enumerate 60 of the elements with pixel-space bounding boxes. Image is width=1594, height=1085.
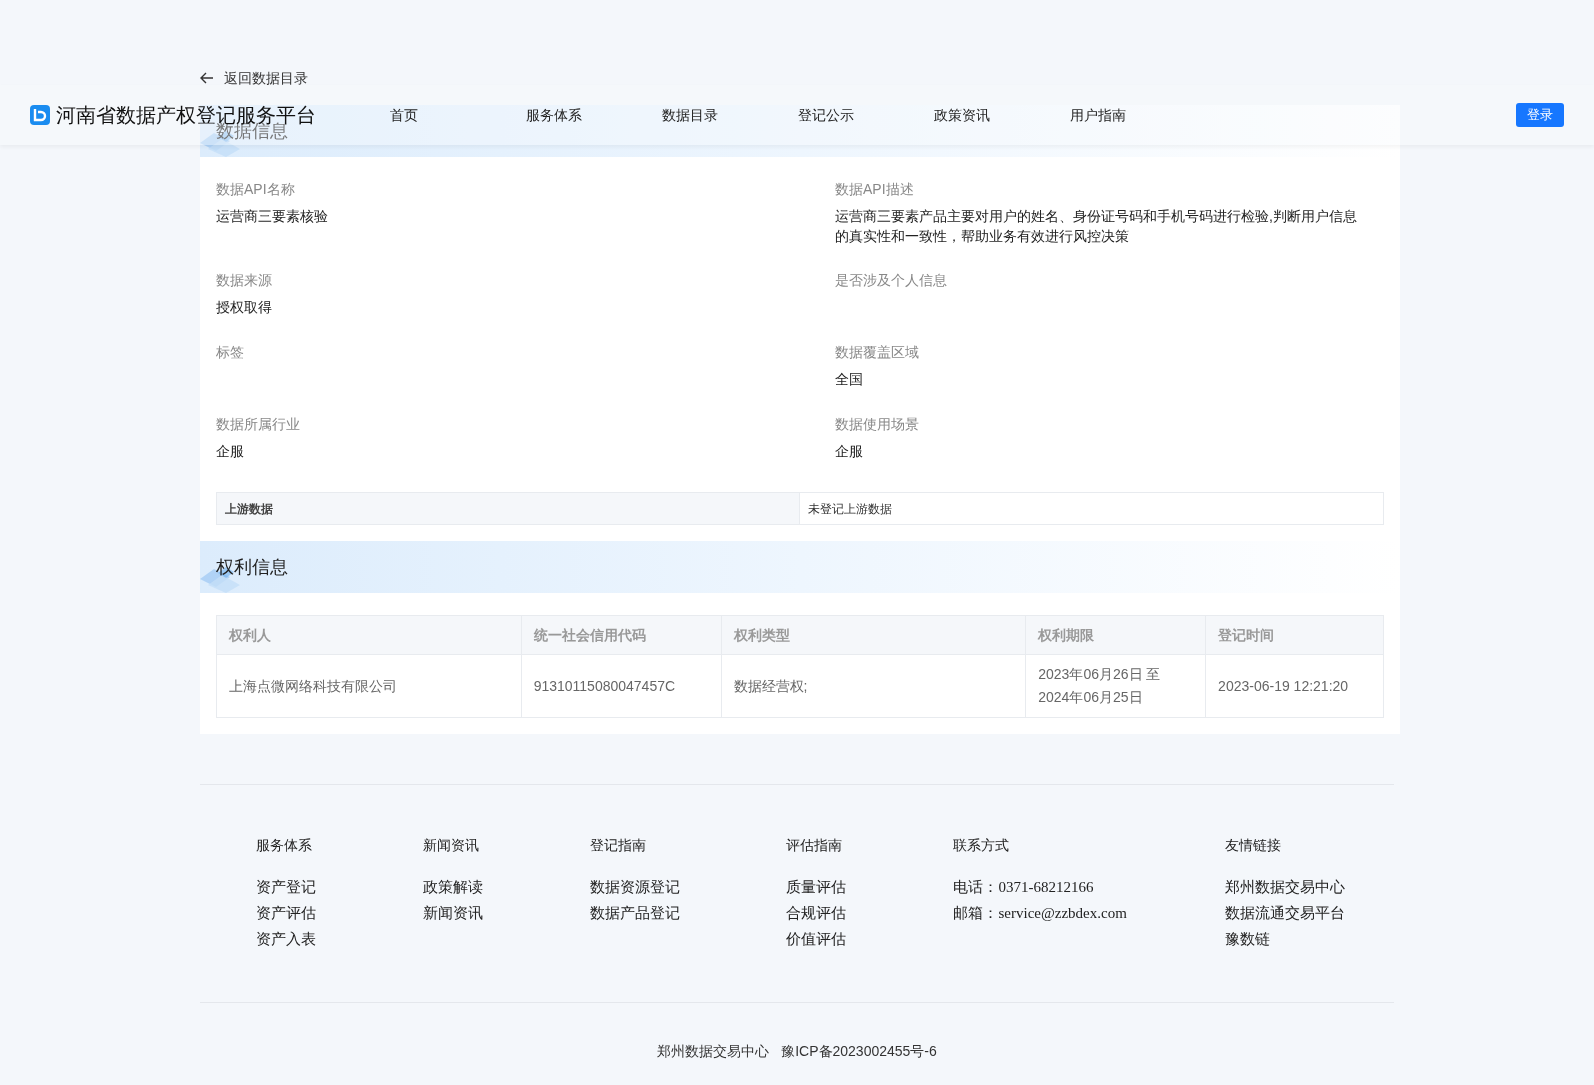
footer-heading: 新闻资讯 [422, 836, 480, 855]
table-cell: 数据经营权; [721, 654, 1026, 718]
column-header: 权利期限 [1025, 615, 1206, 655]
table-cell-text: 未登记上游数据 [807, 500, 893, 518]
footer-link[interactable]: 豫数链 [1225, 926, 1394, 952]
footer-link[interactable]: 邮箱：service@zzbdex.com [953, 900, 1226, 926]
column-header: 权利类型 [721, 615, 1026, 655]
field-label: 数据覆盖区域 [835, 343, 920, 362]
footer-heading: 登记指南 [590, 836, 648, 855]
footer-link[interactable]: 价值评估 [785, 926, 954, 952]
login-button[interactable]: 登录 [1516, 103, 1564, 127]
section-title: 权利信息 [216, 555, 288, 579]
field-label: 数据API名称 [216, 180, 296, 199]
back-link[interactable]: 返回数据目录 [200, 68, 308, 88]
footer-link[interactable]: 数据产品登记 [590, 900, 786, 926]
nav-link[interactable]: 首页 [390, 104, 526, 126]
field-value: 运营商三要素核验 [216, 207, 329, 226]
copyright-text: 郑州数据交易中心 [657, 1042, 770, 1061]
field-label: 标签 [216, 343, 245, 362]
field-label: 数据使用场景 [835, 415, 920, 434]
copyright-text: 豫ICP备2023002455号-6 [781, 1042, 937, 1061]
table-cell: 上海点微网络科技有限公司 [216, 654, 522, 718]
field-value: 企服 [835, 442, 864, 461]
footer-link[interactable]: 质量评估 [785, 874, 954, 900]
field-value: 企服 [216, 442, 245, 461]
footer-link[interactable]: 电话：0371-68212166 [953, 874, 1226, 900]
nav-link[interactable]: 服务体系 [526, 104, 662, 126]
nav-link[interactable]: 用户指南 [1070, 104, 1206, 126]
field-label: 数据API描述 [835, 180, 915, 199]
footer-link[interactable]: 新闻资讯 [422, 900, 591, 926]
table-cell: 91310115080047457C [521, 654, 722, 718]
footer-link[interactable]: 资产入表 [256, 926, 423, 952]
column-header: 权利人 [216, 615, 522, 655]
footer-heading: 服务体系 [256, 836, 313, 855]
field-label: 是否涉及个人信息 [835, 271, 948, 290]
footer-heading: 评估指南 [785, 836, 843, 855]
footer-link[interactable]: 数据流通交易平台 [1225, 900, 1394, 926]
footer-link[interactable]: 郑州数据交易中心 [1225, 874, 1394, 900]
nav-link[interactable]: 政策资讯 [934, 104, 1070, 126]
footer-link[interactable]: 资产登记 [256, 874, 423, 900]
field-value: 运营商三要素产品主要对用户的姓名、身份证号码和手机号码进行检验,判断用户信息的真实性和一致性，帮助业务有效进行风控决策 [835, 207, 1358, 246]
nav-link[interactable]: 登记公示 [798, 104, 934, 126]
column-header: 统一社会信用代码 [521, 615, 722, 655]
footer-heading: 联系方式 [953, 836, 1011, 855]
footer-link[interactable]: 资产评估 [256, 900, 423, 926]
table-cell: 2023年06月26日 至 2024年06月25日 [1025, 654, 1206, 718]
field-label: 数据所属行业 [216, 415, 301, 434]
field-value: 授权取得 [216, 298, 273, 317]
footer-link[interactable]: 数据资源登记 [590, 874, 786, 900]
nav-link[interactable]: 数据目录 [662, 104, 798, 126]
footer-link[interactable]: 合规评估 [785, 900, 954, 926]
back-arrow-icon [200, 72, 214, 84]
footer-link[interactable]: 政策解读 [422, 874, 591, 900]
field-value: 全国 [835, 370, 864, 389]
field-label: 数据来源 [216, 271, 273, 290]
column-header: 登记时间 [1205, 615, 1384, 655]
logo-icon [30, 105, 50, 125]
table-header-cell: 上游数据 [217, 493, 800, 524]
table-cell: 2023-06-19 12:21:20 [1205, 654, 1384, 718]
footer-heading: 友情链接 [1225, 836, 1283, 855]
